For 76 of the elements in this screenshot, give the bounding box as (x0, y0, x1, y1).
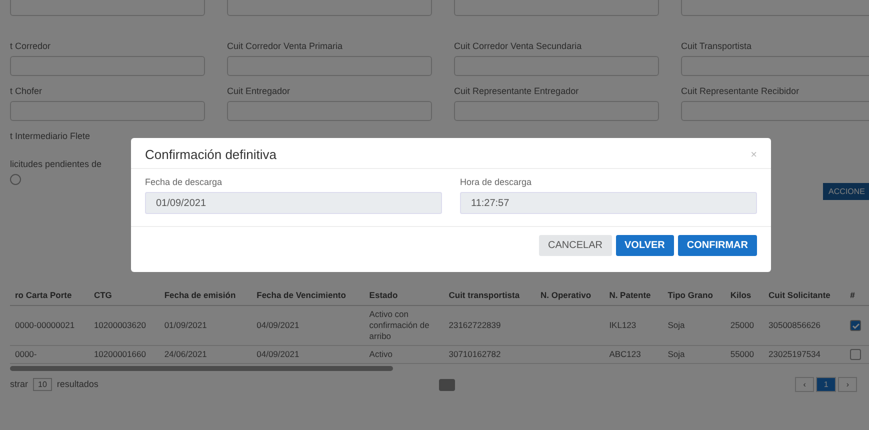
page-button[interactable]: 1 (816, 377, 836, 392)
square-icon (438, 378, 455, 390)
field-label: Cuit Transportista (681, 41, 753, 52)
row-checkbox[interactable] (850, 320, 862, 331)
pending-label: licitudes pendientes de (10, 159, 103, 170)
page-button[interactable]: › (838, 377, 857, 392)
column-header: N. Operativo (535, 286, 604, 306)
page-size-select[interactable]: 10 (33, 378, 52, 391)
table-cell: 01/09/2021 (159, 306, 252, 346)
table-cell: 23025197534 (764, 346, 846, 364)
input-field[interactable] (454, 56, 659, 76)
table-cell: 24/06/2021 (159, 346, 252, 364)
table-cell: 10200001660 (88, 346, 160, 364)
results-label: resultados (56, 379, 98, 390)
column-header: N. Patente (604, 286, 663, 306)
field-label: Fecha de descarga (145, 177, 224, 187)
input-field[interactable] (10, 56, 205, 76)
pending-checkbox[interactable] (10, 174, 21, 185)
table-cell: 23162722839 (444, 306, 536, 346)
input-field[interactable]: 11:27:57 (460, 192, 757, 214)
input-field[interactable] (681, 101, 869, 121)
scrollbar[interactable] (10, 366, 393, 371)
close-button[interactable]: × (750, 148, 757, 160)
input-field[interactable] (454, 101, 659, 121)
field-label: Cuit Representante Recibidor (681, 86, 800, 97)
field-label: Cuit Corredor Venta Primaria (227, 41, 344, 52)
input-field[interactable] (10, 101, 205, 121)
input-field[interactable] (454, 0, 659, 16)
input-field[interactable] (681, 56, 869, 76)
table-cell: Soja (662, 306, 726, 346)
column-header: ro Carta Porte (10, 286, 89, 306)
table-cell: Activo (364, 346, 444, 364)
table-cell: 55000 (725, 346, 764, 364)
field-label: Cuit Representante Entregador (454, 86, 580, 97)
input-field[interactable]: 01/09/2021 (145, 192, 442, 214)
dialog-button[interactable]: CANCELAR (539, 235, 612, 256)
table-cell: 0000-00000021 (10, 306, 89, 346)
table-cell: 30500856626 (764, 306, 846, 346)
input-field[interactable] (10, 0, 205, 16)
field-label: Hora de descarga (460, 177, 533, 187)
input-field[interactable] (227, 101, 432, 121)
table-cell: Soja (662, 346, 726, 364)
field-label: t Corredor (10, 41, 52, 52)
actions-button[interactable]: ACCIONE (822, 183, 869, 200)
input-field[interactable] (681, 0, 869, 16)
table-cell: 0000- (10, 346, 89, 364)
input-field[interactable] (227, 0, 432, 16)
column-header: Fecha de Vencimiento (252, 286, 364, 306)
column-header: Fecha de emisión (159, 286, 252, 306)
column-header: Kilos (725, 286, 764, 306)
column-header: Tipo Grano (662, 286, 726, 306)
table-cell: Activo con confirmación de arribo (364, 306, 444, 346)
table-cell: 04/09/2021 (252, 346, 364, 364)
column-header: Cuit transportista (444, 286, 536, 306)
column-header: # (845, 286, 869, 306)
table-cell: 04/09/2021 (252, 306, 364, 346)
check-icon (852, 322, 860, 330)
table-cell: 25000 (725, 306, 764, 346)
column-header: Cuit Solicitante (764, 286, 846, 306)
row-checkbox[interactable] (850, 349, 862, 360)
show-label: strar (10, 379, 28, 390)
table-cell: 30710162782 (444, 346, 536, 364)
dialog-button[interactable]: CONFIRMAR (678, 235, 757, 256)
table-cell: IKL123 (604, 306, 663, 346)
field-label: t Chofer (10, 86, 44, 97)
column-header: CTG (88, 286, 160, 306)
dialog-title: Confirmación definitiva (145, 147, 277, 162)
field-label: Cuit Corredor Venta Secundaria (454, 41, 583, 52)
page-button[interactable]: ‹ (795, 377, 814, 392)
dialog-button[interactable]: VOLVER (616, 235, 674, 256)
table-cell: 10200003620 (88, 306, 160, 346)
table-cell: ABC123 (604, 346, 663, 364)
column-header: Estado (364, 286, 444, 306)
field-label: Cuit Entregador (227, 86, 292, 97)
field-label: t Intermediario Flete (10, 131, 92, 142)
input-field[interactable] (227, 56, 432, 76)
